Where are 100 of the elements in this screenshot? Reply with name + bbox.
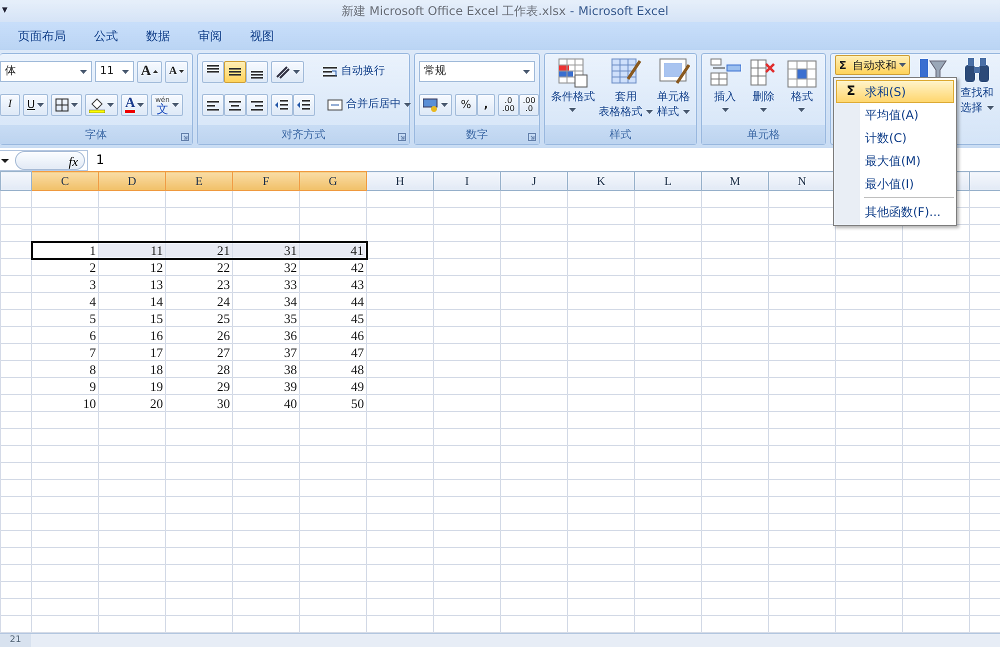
dialog-launcher-icon[interactable] (181, 133, 189, 141)
menu-item[interactable]: Σ 求和(S) (836, 80, 954, 103)
table-cell: 48 (300, 360, 366, 378)
insert-function-button[interactable]: fx (15, 151, 85, 170)
caret-icon (172, 102, 179, 106)
table-cell: 32 (232, 258, 300, 276)
column-header[interactable]: F (232, 172, 300, 190)
align-lines-icon (207, 64, 219, 72)
caret-icon (569, 108, 576, 112)
sheet-tab-fragment[interactable]: 21 (0, 634, 31, 647)
table-cell: 5 (32, 310, 98, 326)
font-size-field[interactable]: 11 (94, 61, 134, 82)
decrease-indent-button[interactable] (271, 94, 293, 116)
percent-button[interactable]: % (455, 94, 477, 116)
orientation-button[interactable] (271, 60, 304, 82)
caret-icon (523, 70, 530, 74)
column-header[interactable]: J (500, 172, 568, 190)
column-header[interactable]: C (32, 172, 98, 190)
column-header[interactable]: H (366, 172, 434, 190)
table-cell: 45 (300, 310, 366, 326)
caret-icon (760, 108, 767, 112)
indent-icon (275, 98, 289, 112)
column-header[interactable]: D (98, 172, 166, 190)
font-size-value: 11 (100, 63, 114, 80)
font-name-field[interactable]: 体 (0, 61, 92, 82)
number-format-field[interactable]: 常规 (419, 61, 535, 82)
caret-icon (122, 70, 129, 74)
vertical-align-button[interactable] (224, 60, 246, 82)
horizontal-align-button[interactable] (246, 94, 268, 116)
table-cell: 13 (98, 276, 166, 292)
caret-icon (137, 102, 144, 106)
font-name-value: 体 (5, 63, 16, 80)
merge-center-button[interactable]: 合并后居中 (324, 94, 414, 116)
menu-item[interactable]: 最大值(M) (836, 149, 954, 172)
wrap-text-label: 自动换行 (341, 63, 385, 80)
italic-button[interactable]: I (0, 94, 20, 116)
decrease-decimal-button[interactable]: .00 .0 (518, 94, 540, 116)
grow-font-button[interactable]: A (136, 60, 162, 82)
quick-access-caret[interactable]: ▾ (2, 2, 8, 18)
underline-button[interactable]: U (23, 94, 48, 116)
button-label: 样式 (657, 104, 680, 119)
table-cell: 4 (32, 292, 98, 310)
caret-icon (37, 102, 44, 106)
font-color-button[interactable]: A (121, 94, 148, 116)
increase-indent-button[interactable] (293, 94, 315, 116)
menu-item[interactable]: 最小值(I) (836, 172, 954, 195)
column-header[interactable]: L (634, 172, 702, 190)
group-label: 数字 (415, 125, 539, 144)
ribbon-tab[interactable]: 审阅 (198, 22, 236, 50)
table-cell: 26 (166, 326, 232, 344)
find-select-button[interactable]: 查找和 选择 (960, 55, 995, 144)
ribbon-tab[interactable]: 数据 (146, 22, 184, 50)
borders-button[interactable] (51, 94, 82, 116)
increase-decimal-button[interactable]: .0 .00 (498, 94, 519, 116)
ribbon-big-button[interactable]: 格式 (784, 57, 819, 125)
table-cell: 39 (232, 378, 300, 394)
autosum-button[interactable]: Σ 自动求和 (835, 55, 910, 75)
button-label: 单元格 (657, 89, 690, 104)
column-header[interactable]: N (768, 172, 836, 190)
ribbon-big-button[interactable]: 套用 表格格式 (597, 57, 654, 125)
horizontal-align-button[interactable] (224, 94, 246, 116)
table-cell: 19 (98, 378, 166, 394)
ribbon-tab[interactable]: 视图 (250, 22, 288, 50)
ribbon-big-button[interactable]: 条件格式 (550, 57, 596, 125)
vertical-align-button[interactable] (246, 60, 268, 82)
table-cell: 35 (232, 310, 300, 326)
button-label: 格式 (790, 89, 813, 104)
window-title: 新建 Microsoft Office Excel 工作表.xlsx (342, 3, 566, 20)
menu-item[interactable]: 其他函数(F)... (836, 200, 954, 223)
dialog-launcher-icon[interactable] (528, 133, 536, 141)
column-header[interactable]: G (300, 172, 366, 190)
column-header[interactable]: E (166, 172, 232, 190)
currency-button[interactable] (419, 94, 452, 116)
ribbon-big-button[interactable]: 单元格 样式 (656, 57, 692, 125)
caret-icon (646, 110, 654, 114)
title-separator: - (570, 3, 574, 20)
comma-button[interactable]: , (477, 94, 495, 116)
ribbon-tab[interactable]: 公式 (94, 22, 132, 50)
fill-color-button[interactable] (85, 94, 118, 116)
wrap-text-button[interactable]: 自动换行 (319, 60, 388, 82)
column-header[interactable]: M (702, 172, 768, 190)
button-label: 选择 (960, 100, 983, 115)
dialog-launcher-icon[interactable] (398, 133, 406, 141)
table-cell: 8 (32, 360, 98, 378)
column-header[interactable]: K (568, 172, 634, 190)
ribbon-tab[interactable]: 页面布局 (18, 22, 80, 50)
ribbon-big-button[interactable]: 插入 (708, 57, 742, 125)
align-lines-icon (229, 68, 241, 76)
table-cell: 46 (300, 326, 366, 344)
table-cell: 44 (300, 292, 366, 310)
name-box-caret-icon[interactable] (1, 158, 9, 162)
app-name: Microsoft Excel (578, 3, 668, 20)
menu-item[interactable]: 平均值(A) (836, 103, 954, 126)
horizontal-align-button[interactable] (202, 94, 224, 116)
vertical-align-button[interactable] (202, 60, 224, 82)
shrink-font-button[interactable]: A (165, 60, 188, 82)
ribbon-big-button[interactable]: 删除 (746, 57, 780, 125)
menu-item[interactable]: 计数(C) (836, 126, 954, 149)
table-cell: 38 (232, 360, 300, 378)
column-header[interactable]: I (434, 172, 500, 190)
